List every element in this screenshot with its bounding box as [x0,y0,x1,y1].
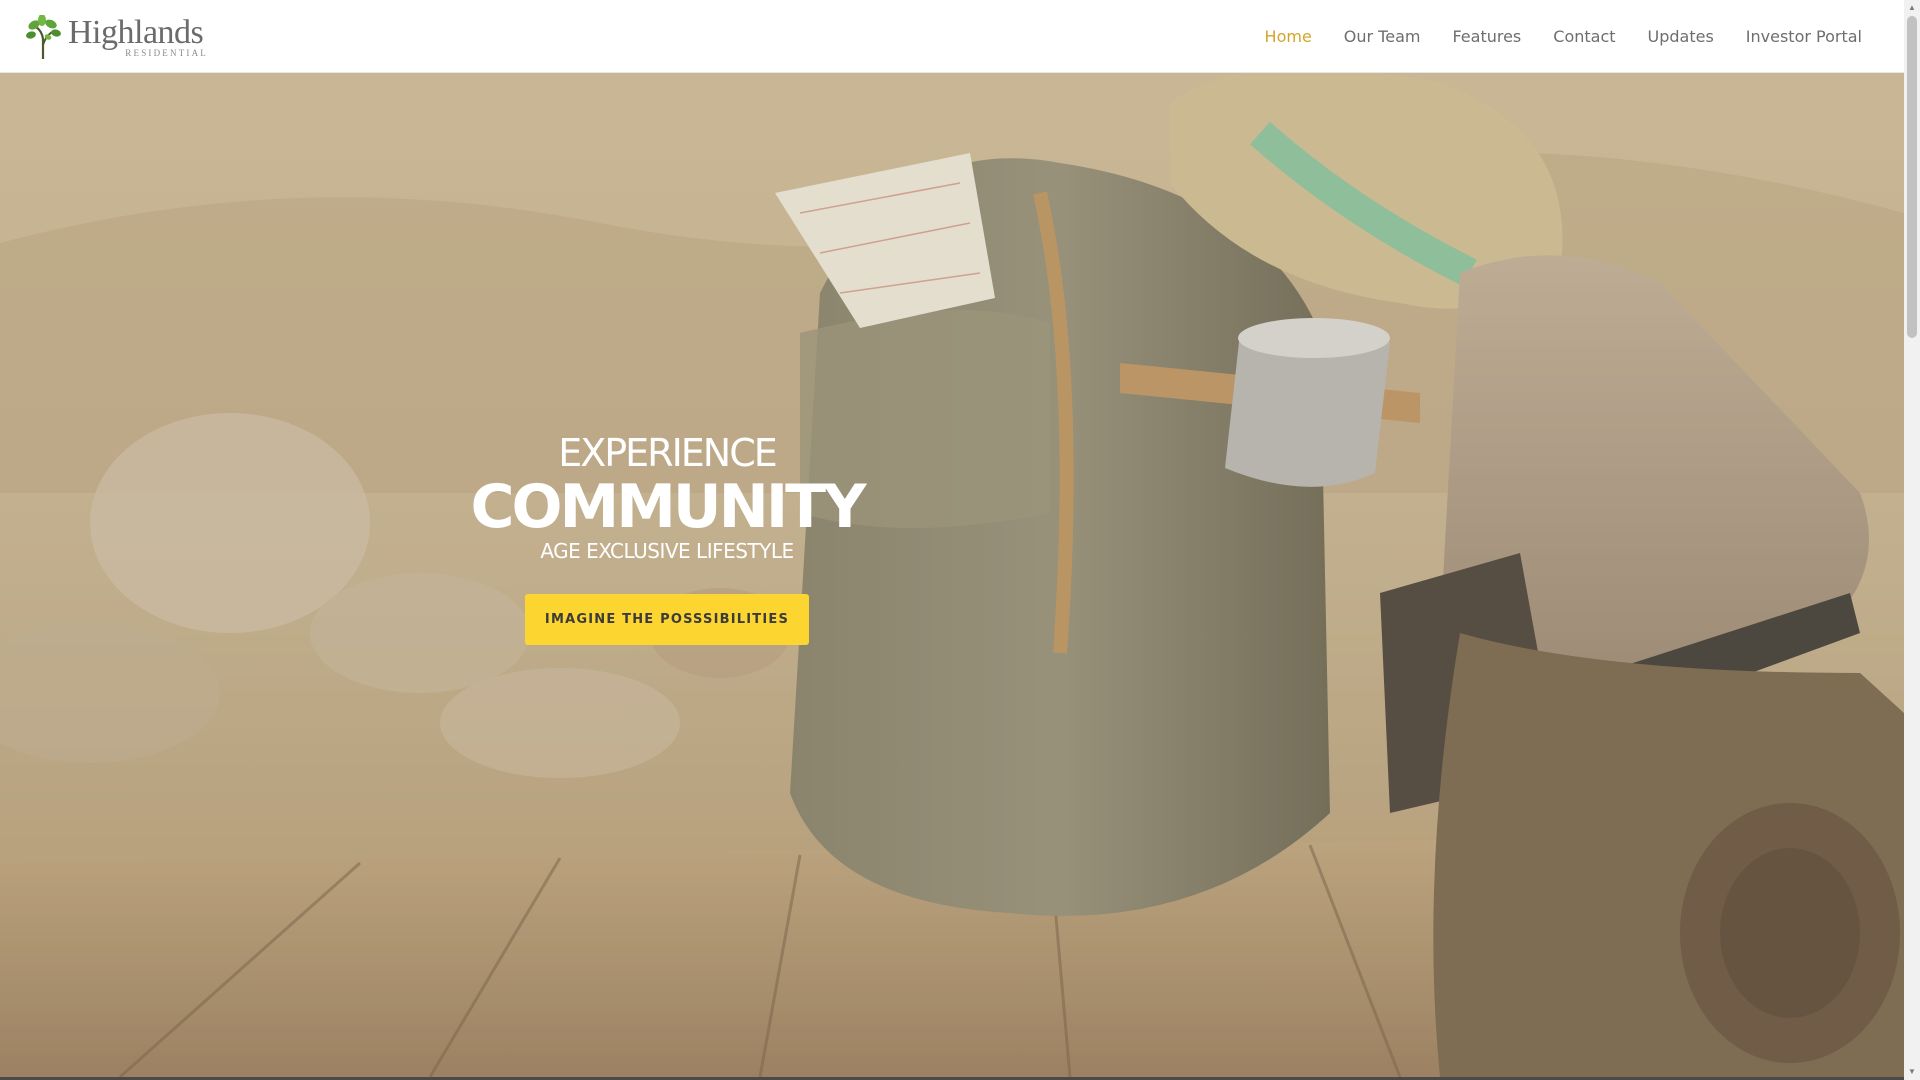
scrollbar-thumb[interactable] [1907,16,1917,338]
logo-subtitle: RESIDENTIAL [125,48,208,58]
nav-investor-portal[interactable]: Investor Portal [1746,27,1862,46]
tree-icon [26,15,61,59]
vertical-scrollbar[interactable]: ▲ ▼ [1904,0,1920,1080]
main-nav: Home Our Team Features Contact Updates I… [1233,0,1862,73]
imagine-possibilities-button[interactable]: IMAGINE THE POSSSIBILITIES [525,594,809,645]
hero-copy: EXPERIENCE COMMUNITY AGE EXCLUSIVE LIFES… [443,430,891,645]
logo-name: Highlands [68,14,204,51]
scroll-down-arrow-icon[interactable]: ▼ [1904,1064,1920,1080]
hero-section: EXPERIENCE COMMUNITY AGE EXCLUSIVE LIFES… [0,73,1904,1077]
site-logo[interactable]: Highlands RESIDENTIAL [24,14,208,60]
logo-wordmark: Highlands RESIDENTIAL [68,14,208,60]
hero-tint-overlay [0,73,1904,1077]
nav-contact[interactable]: Contact [1553,27,1615,46]
hero-eyebrow: EXPERIENCE [558,431,778,475]
hero-title: COMMUNITY [470,472,866,542]
scroll-up-arrow-icon[interactable]: ▲ [1904,0,1920,16]
nav-our-team[interactable]: Our Team [1344,27,1421,46]
nav-home[interactable]: Home [1265,27,1312,46]
site-header: Highlands RESIDENTIAL Home Our Team Feat… [0,0,1904,73]
nav-features[interactable]: Features [1452,27,1521,46]
nav-updates[interactable]: Updates [1648,27,1714,46]
